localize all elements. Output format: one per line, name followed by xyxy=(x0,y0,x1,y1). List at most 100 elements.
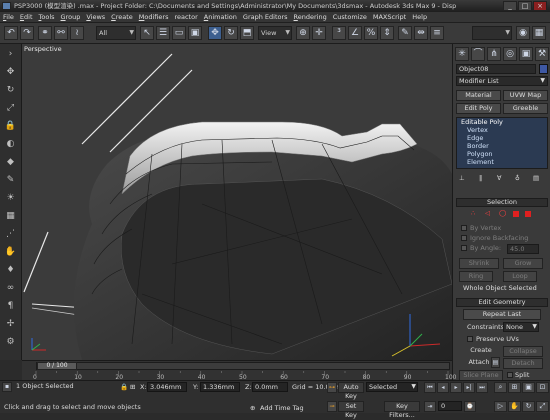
maxscript-listener-icon[interactable]: ▪ xyxy=(2,382,12,392)
object-name-field[interactable]: Object08 xyxy=(456,64,536,74)
absolute-mode-icon[interactable]: ⊞ xyxy=(130,383,135,391)
stack-item-border[interactable]: Border xyxy=(467,142,489,150)
current-frame-field[interactable]: 0 xyxy=(438,401,462,411)
menu-item[interactable]: Rendering xyxy=(291,12,330,23)
select-and-rotate-icon[interactable]: ↻ xyxy=(224,26,238,40)
by-angle-checkbox[interactable] xyxy=(461,245,467,251)
select-and-scale-icon[interactable]: ⬒ xyxy=(240,26,254,40)
element-mode-icon[interactable] xyxy=(525,211,531,217)
rectangular-selection-icon[interactable]: ▭ xyxy=(172,26,186,40)
unlink-icon[interactable]: ⚯ xyxy=(54,26,68,40)
render-scene-icon[interactable]: ▦ xyxy=(532,26,546,40)
menu-item[interactable]: Tools xyxy=(36,12,58,23)
lock-icon[interactable]: 🔒 xyxy=(4,120,17,133)
play-icon[interactable]: ▸ xyxy=(450,382,462,393)
object-color-swatch[interactable] xyxy=(539,64,548,74)
close-button[interactable]: × xyxy=(533,1,547,11)
mirror-icon[interactable]: ⇹ xyxy=(414,26,428,40)
minimize-button[interactable]: _ xyxy=(503,1,517,11)
viewport-label[interactable]: Perspective xyxy=(24,45,62,53)
collapse-button[interactable]: Collapse xyxy=(503,346,543,357)
material-editor-icon[interactable]: ◉ xyxy=(516,26,530,40)
bind-space-warp-icon[interactable]: ≀ xyxy=(70,26,84,40)
motion-tab-icon[interactable]: ◎ xyxy=(503,47,517,61)
key-filters-button[interactable]: Key Filters... xyxy=(384,401,420,419)
remove-modifier-icon[interactable]: ♁ xyxy=(515,174,520,182)
repeat-last-button[interactable]: Repeat Last xyxy=(463,309,541,320)
set-key-icon[interactable]: ⊸ xyxy=(327,401,337,412)
modifier-list-dropdown[interactable]: Modifier List ▼ xyxy=(456,76,548,86)
select-and-move-icon[interactable]: ✥ xyxy=(208,26,222,40)
next-frame-icon[interactable]: ▸| xyxy=(463,382,475,393)
constraints-dropdown[interactable]: None ▼ xyxy=(503,322,539,332)
menu-item[interactable]: Views xyxy=(83,12,108,23)
stack-item-editable-poly[interactable]: Editable Poly xyxy=(461,118,503,126)
configure-sets-icon[interactable]: ▤ xyxy=(533,174,539,182)
undo-icon[interactable]: ↶ xyxy=(4,26,18,40)
light-icon[interactable]: ☀ xyxy=(4,192,17,205)
loop-button[interactable]: Loop xyxy=(503,271,537,282)
arrow-icon[interactable]: › xyxy=(4,48,17,61)
grid-icon[interactable]: ▦ xyxy=(4,210,17,223)
selection-rollout-header[interactable]: Selection xyxy=(456,198,548,207)
go-to-start-icon[interactable]: ⏮ xyxy=(424,382,436,393)
select-by-name-icon[interactable]: ☰ xyxy=(156,26,170,40)
key-mode-icon[interactable]: ⊶ xyxy=(327,382,337,393)
create-tab-icon[interactable]: ✳ xyxy=(455,47,469,61)
auto-key-button[interactable]: Auto Key xyxy=(338,382,364,400)
timeline[interactable]: 0 / 100 0 10 20 30 40 50 60 70 80 90 100 xyxy=(22,360,456,381)
x-coordinate-field[interactable]: 3.046mm xyxy=(147,382,187,392)
edit-geometry-rollout-header[interactable]: Edit Geometry xyxy=(456,298,548,307)
scale-tool-icon[interactable]: ⤢ xyxy=(4,102,17,115)
menu-item[interactable]: File xyxy=(0,12,17,23)
select-and-manipulate-icon[interactable]: ✛ xyxy=(312,26,326,40)
hierarchy-tab-icon[interactable]: ⋔ xyxy=(487,47,501,61)
greeble-button[interactable]: Greeble xyxy=(503,103,548,114)
ring-button[interactable]: Ring xyxy=(459,271,493,282)
perspective-viewport[interactable]: Perspective xyxy=(22,44,452,360)
material-button[interactable]: Material xyxy=(456,90,501,101)
viewport-scene[interactable] xyxy=(22,44,452,360)
app-icon[interactable] xyxy=(2,2,11,10)
lock-selection-icon[interactable]: 🔒 xyxy=(120,383,128,391)
stack-item-edge[interactable]: Edge xyxy=(467,134,483,142)
zoom-extents-icon[interactable]: ▣ xyxy=(522,382,535,393)
select-object-icon[interactable]: ↖ xyxy=(140,26,154,40)
paint-icon[interactable]: ✎ xyxy=(4,174,17,187)
menu-item[interactable]: Edit xyxy=(17,12,36,23)
menu-item[interactable]: reactor xyxy=(171,12,200,23)
angle-snap-icon[interactable]: ∠ xyxy=(348,26,362,40)
shrink-button[interactable]: Shrink xyxy=(459,258,499,269)
show-end-result-icon[interactable]: ‖ xyxy=(479,174,482,182)
go-to-end-icon[interactable]: ⏭ xyxy=(476,382,488,393)
hand-icon[interactable]: ✋ xyxy=(4,246,17,259)
stack-item-element[interactable]: Element xyxy=(467,158,494,166)
detach-button[interactable]: Detach xyxy=(503,358,543,369)
menu-item[interactable]: Create xyxy=(108,12,136,23)
arc-rotate-icon[interactable]: ↻ xyxy=(522,401,535,412)
reference-coordinate-dropdown[interactable]: View ▼ xyxy=(258,26,292,40)
script-icon[interactable]: ¶ xyxy=(4,300,17,313)
edge-mode-icon[interactable]: ◁ xyxy=(485,209,490,217)
edit-named-selection-icon[interactable]: ✎ xyxy=(398,26,412,40)
vertex-mode-icon[interactable]: ∴ xyxy=(471,209,475,217)
brush-icon[interactable]: ♦ xyxy=(4,264,17,277)
border-mode-icon[interactable]: ◯ xyxy=(499,209,506,217)
edit-poly-button[interactable]: Edit Poly xyxy=(456,103,501,114)
menu-item[interactable]: Help xyxy=(409,12,430,23)
make-unique-icon[interactable]: ∀ xyxy=(497,174,501,182)
polygon-mode-icon[interactable] xyxy=(513,211,519,217)
bone-icon[interactable]: ⋰ xyxy=(4,228,17,241)
zoom-icon[interactable]: ⌕ xyxy=(494,382,507,393)
window-crossing-icon[interactable]: ▣ xyxy=(188,26,202,40)
uvw-map-button[interactable]: UVW Map xyxy=(503,90,548,101)
rotate-tool-icon[interactable]: ↻ xyxy=(4,84,17,97)
display-tab-icon[interactable]: ▣ xyxy=(519,47,533,61)
camera-icon[interactable]: ◐ xyxy=(4,138,17,151)
preserve-uvs-checkbox[interactable] xyxy=(467,336,473,342)
maximize-button[interactable]: □ xyxy=(518,1,532,11)
utilities-tab-icon[interactable]: ⚒ xyxy=(535,47,549,61)
field-of-view-icon[interactable]: ▷ xyxy=(494,401,507,412)
zoom-extents-all-icon[interactable]: ⊡ xyxy=(536,382,549,393)
time-slider-track[interactable]: 0 / 100 xyxy=(36,362,450,370)
